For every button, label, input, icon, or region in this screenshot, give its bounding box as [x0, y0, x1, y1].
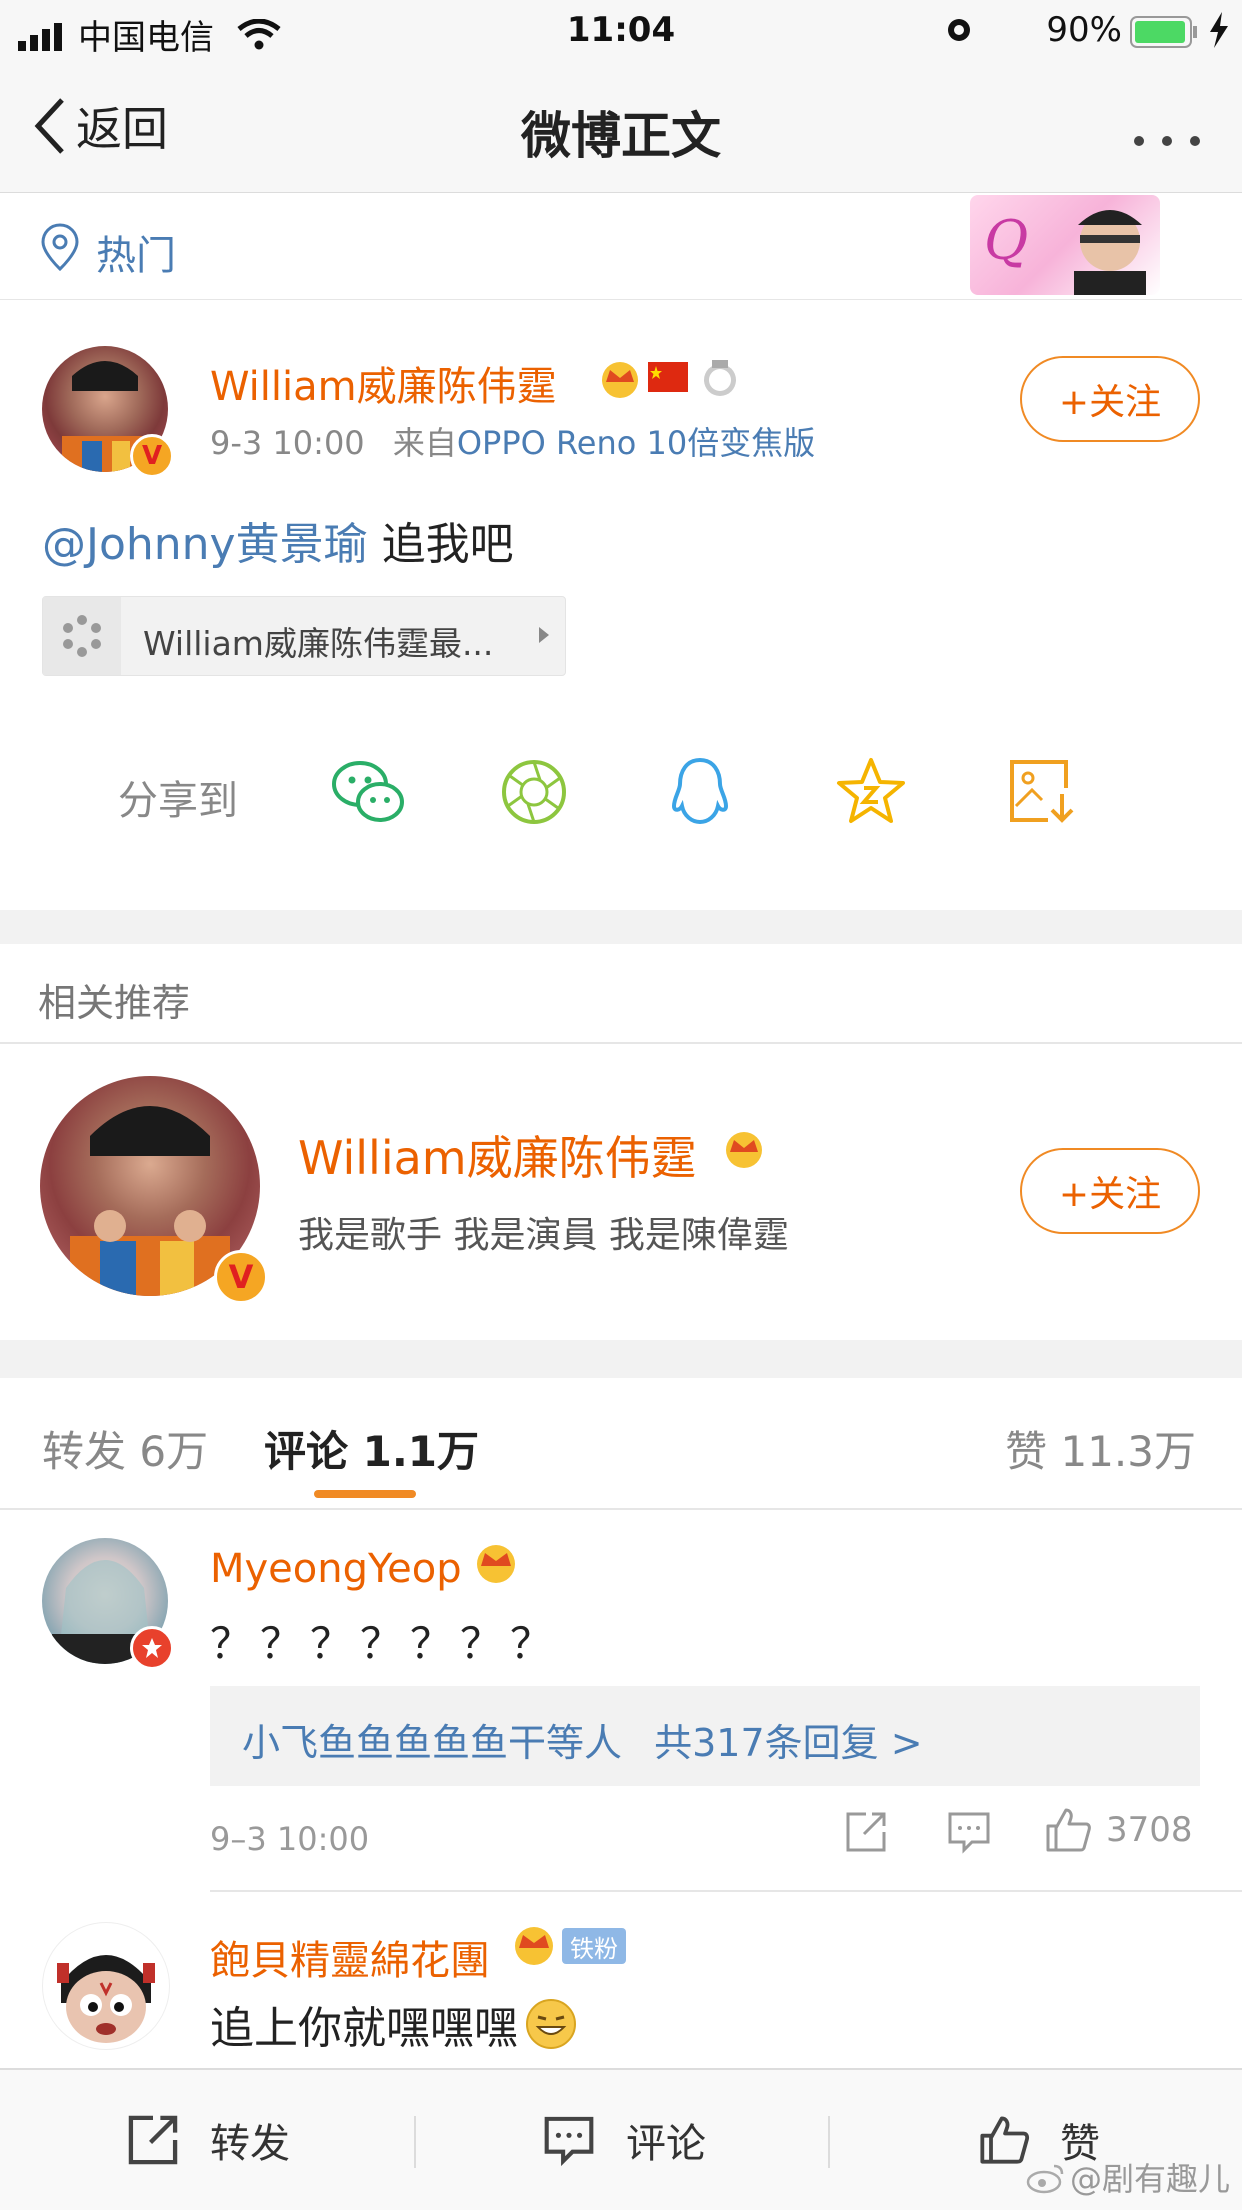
link-card[interactable]: William威廉陈伟霆最...	[42, 596, 566, 676]
charging-icon	[1208, 12, 1230, 52]
repost-comment-button[interactable]	[844, 1810, 888, 1858]
wechat-icon	[332, 761, 404, 822]
crown-icon	[722, 1128, 766, 1172]
reply-count[interactable]: 共317条回复 >	[654, 1721, 922, 1765]
post-text: @Johnny黄景瑜 追我吧	[42, 508, 514, 572]
divider	[828, 2116, 830, 2168]
aperture-icon	[502, 760, 566, 824]
bottom-comment-label: 评论	[626, 2121, 706, 2167]
page-title: 微博正文	[521, 107, 721, 165]
divider	[414, 2116, 416, 2168]
comment-list: MyeongYeop ？？？？？？？ 小飞鱼鱼鱼鱼鱼干等人 共317条回复 > …	[0, 1510, 1242, 2068]
watermark-text: @剧有趣儿	[1069, 2160, 1230, 2198]
bottom-repost-label: 转发	[210, 2121, 290, 2167]
reply-users-link[interactable]: 小飞鱼鱼鱼鱼鱼干等人	[242, 1721, 622, 1765]
mention-link[interactable]: @Johnny黄景瑜	[42, 519, 368, 570]
reply-comment-button[interactable]	[946, 1810, 992, 1858]
weibo-logo-icon	[1026, 2164, 1064, 2194]
save-image-button[interactable]	[1008, 758, 1076, 828]
comment-like-button[interactable]: 3708	[1044, 1806, 1193, 1854]
thumbs-up-icon	[980, 2116, 1030, 2164]
favorite-share-button[interactable]	[836, 756, 906, 830]
comment-icon	[544, 2116, 594, 2166]
triangle-right-icon	[537, 625, 551, 649]
medal-icon	[700, 358, 740, 402]
share-out-icon	[846, 1812, 886, 1852]
tab-repost[interactable]: 转发 6万	[42, 1418, 208, 1479]
comment-time: 9–3 10:00	[210, 1820, 370, 1858]
post-source[interactable]: OPPO Reno 10倍变焦版	[457, 424, 815, 462]
nav-bar: 返回 微博正文	[0, 62, 1242, 194]
more-button[interactable]	[1132, 102, 1202, 160]
status-bar: 中国电信 11:04 90%	[0, 0, 1242, 62]
source-prefix: 来自	[392, 424, 457, 462]
tab-comment[interactable]: 评论 1.1万	[264, 1418, 479, 1479]
banner-image[interactable]: Q	[970, 195, 1160, 295]
comment-author[interactable]: MyeongYeop	[210, 1546, 462, 1592]
recommend-header: 相关推荐	[0, 944, 1242, 1044]
grin-emoji-icon	[526, 1999, 576, 2049]
hot-label: 热门	[96, 233, 176, 279]
reply-users: 小飞鱼鱼鱼鱼鱼干等人 共317条回复 >	[242, 1712, 923, 1767]
bottom-comment-button[interactable]: 评论	[542, 2070, 706, 2210]
comment-divider	[210, 1890, 1242, 1892]
fan-badge: 铁粉	[562, 1928, 626, 1964]
svg-text:Q: Q	[984, 209, 1028, 272]
post-time: 9-3 10:00	[210, 424, 365, 462]
comment-text: 追上你就嘿嘿嘿	[210, 2003, 518, 2054]
tab-active-indicator	[314, 1490, 416, 1498]
loading-icon	[43, 597, 121, 675]
battery-percent: 90%	[1046, 10, 1122, 50]
recommend-title: 相关推荐	[38, 981, 191, 1025]
star-icon	[837, 758, 905, 823]
thumbs-up-icon	[1046, 1808, 1091, 1852]
recommend-card[interactable]: V William威廉陈伟霆 我是歌手 我是演員 我是陳偉霆 +关注	[0, 1044, 1242, 1340]
comment-text-row: 追上你就嘿嘿嘿	[210, 1992, 578, 2056]
bottom-action-bar: 转发 评论 赞 @剧有趣儿	[0, 2068, 1242, 2210]
china-flag-icon	[648, 362, 688, 396]
recommend-name[interactable]: William威廉陈伟霆	[298, 1122, 697, 1188]
comment-text: ？？？？？？？	[210, 1619, 561, 1668]
verified-badge-icon: V	[214, 1250, 268, 1304]
alarm-icon	[944, 14, 974, 48]
post-body: 追我吧	[367, 519, 514, 570]
comment-tabs: 转发 6万 评论 1.1万 赞 11.3万	[0, 1378, 1242, 1510]
watermark: @剧有趣儿	[1026, 2154, 1230, 2200]
qq-share-button[interactable]	[668, 756, 732, 830]
battery-icon	[1130, 16, 1198, 52]
comment-icon	[948, 1812, 990, 1854]
link-card-text: William威廉陈伟霆最...	[143, 624, 494, 663]
recommend-follow-button[interactable]: +关注	[1020, 1148, 1200, 1234]
post-card: V William威廉陈伟霆 9-3 10:00 来自OPPO Reno 10倍…	[0, 300, 1242, 910]
image-download-icon	[1010, 760, 1074, 823]
hot-bar[interactable]: 热门 Q	[0, 193, 1242, 301]
crown-icon	[598, 358, 642, 402]
tab-like[interactable]: 赞 11.3万	[1005, 1418, 1196, 1479]
share-label: 分享到	[118, 778, 238, 824]
comment-like-count: 3708	[1106, 1810, 1193, 1850]
crown-icon	[510, 1922, 558, 1970]
recommend-desc: 我是歌手 我是演員 我是陳偉霆	[298, 1215, 789, 1256]
comment-author[interactable]: 飽貝精靈綿花團	[210, 1928, 490, 1986]
more-icon	[1134, 136, 1200, 146]
member-badge-icon	[130, 1626, 174, 1670]
author-name[interactable]: William威廉陈伟霆	[210, 354, 557, 412]
comment-avatar[interactable]	[42, 1922, 170, 2050]
crown-icon	[472, 1540, 520, 1588]
moments-share-button[interactable]	[500, 758, 568, 830]
post-meta: 9-3 10:00 来自OPPO Reno 10倍变焦版	[210, 418, 815, 464]
follow-button[interactable]: +关注	[1020, 356, 1200, 442]
reply-summary[interactable]: 小飞鱼鱼鱼鱼鱼干等人 共317条回复 >	[210, 1686, 1200, 1786]
qq-penguin-icon	[671, 757, 729, 825]
share-out-icon	[128, 2115, 178, 2165]
location-pin-icon	[40, 223, 80, 275]
bottom-repost-button[interactable]: 转发	[126, 2070, 290, 2210]
wechat-share-button[interactable]	[330, 756, 406, 830]
verified-badge-icon: V	[130, 434, 174, 478]
